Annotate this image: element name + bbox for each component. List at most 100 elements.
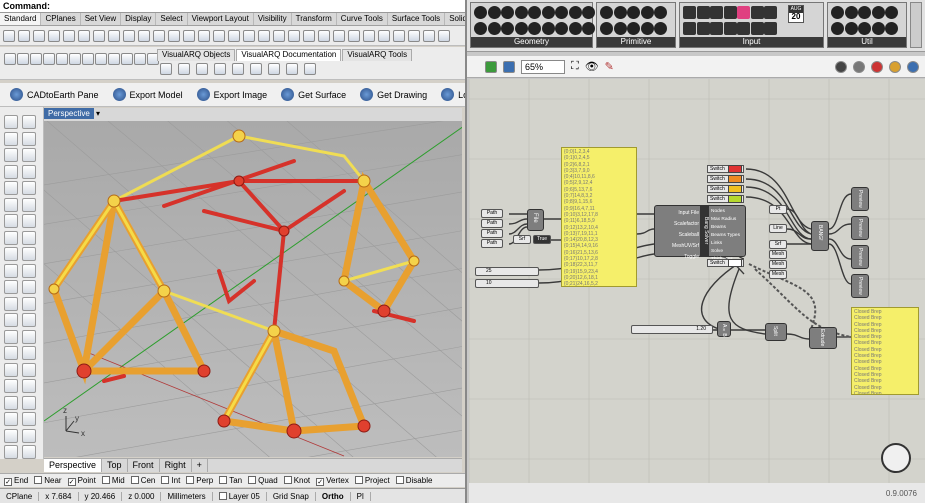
tool-icon[interactable] — [22, 247, 36, 261]
tool-icon[interactable] — [22, 197, 36, 212]
gh-component-icon[interactable] — [627, 6, 640, 19]
tool-icon[interactable] — [22, 164, 36, 179]
osnap-cen[interactable]: Cen — [130, 476, 155, 485]
tab-set-view[interactable]: Set View — [81, 13, 122, 25]
tool-icon[interactable] — [22, 181, 36, 195]
toolbar-icon[interactable] — [82, 53, 94, 65]
visualarq-icon[interactable] — [178, 63, 190, 75]
toolbar-icon[interactable] — [213, 29, 225, 42]
command-line[interactable]: Command: — [0, 0, 465, 13]
gh-component-icon[interactable] — [487, 22, 501, 35]
tool-icon[interactable] — [4, 131, 18, 146]
osnap-quad[interactable]: Quad — [248, 476, 278, 485]
preview-component-4[interactable]: Preview — [851, 274, 869, 298]
toolbar-icon[interactable] — [408, 29, 420, 42]
plugin-button-cadtoearth-pane[interactable]: CADtoEarth Pane — [10, 88, 99, 101]
gh-component-icon[interactable] — [858, 6, 871, 19]
tool-icon[interactable] — [4, 412, 18, 426]
tool-icon[interactable] — [22, 263, 36, 278]
tool-icon[interactable] — [4, 379, 18, 393]
tool-icon[interactable] — [4, 230, 18, 245]
canvas-navigator-icon[interactable] — [881, 443, 911, 473]
number-slider-2[interactable]: 10 — [475, 279, 539, 288]
osnap-project[interactable]: Project — [354, 476, 390, 485]
open-file-icon[interactable] — [485, 60, 497, 73]
color-swatch-orange[interactable] — [728, 175, 742, 183]
gh-component-icon[interactable] — [696, 6, 710, 19]
gh-component-icon[interactable] — [600, 6, 613, 19]
tool-icon[interactable] — [4, 181, 18, 195]
gh-component-icon[interactable] — [627, 22, 640, 35]
gh-component-icon[interactable] — [831, 6, 844, 19]
bang-component[interactable]: BANG! — [811, 221, 829, 251]
visualarq-icon[interactable] — [286, 63, 298, 75]
tool-icon[interactable] — [22, 346, 36, 360]
gh-component-icon[interactable] — [844, 22, 858, 35]
viewport-tab-front[interactable]: Front — [128, 459, 160, 472]
toolbar-icon[interactable] — [288, 29, 300, 42]
preview-eye-icon[interactable]: 👁 — [585, 60, 599, 73]
gh-component-icon[interactable] — [871, 6, 885, 19]
status-layer[interactable]: Layer 05 — [213, 491, 267, 501]
tool-icon[interactable] — [4, 428, 18, 443]
viewport-header[interactable]: Perspective ▾ — [44, 108, 462, 121]
toolbar-scroll[interactable] — [910, 2, 922, 48]
toolbar-icon[interactable] — [378, 29, 390, 42]
toolbar-icon[interactable] — [348, 29, 360, 42]
osnap-checkbox[interactable] — [219, 476, 228, 484]
tool-icon[interactable] — [4, 280, 18, 294]
tool-icon[interactable] — [22, 329, 36, 344]
tab-display[interactable]: Display — [121, 13, 157, 25]
osnap-checkbox[interactable] — [186, 476, 195, 484]
toolbar-icon[interactable] — [63, 29, 75, 42]
toolbar-icon[interactable] — [78, 29, 90, 42]
toolbar-icon[interactable] — [423, 29, 435, 42]
osnap-checkbox[interactable] — [248, 476, 257, 484]
line-param[interactable]: Line — [769, 224, 787, 233]
file-component[interactable]: File — [527, 209, 544, 231]
tool-icon[interactable] — [22, 280, 36, 294]
gh-component-icon[interactable] — [764, 22, 777, 35]
osnap-checkbox[interactable] — [395, 476, 404, 484]
visualarq-icon[interactable] — [250, 63, 262, 75]
tool-icon[interactable] — [22, 214, 36, 228]
data-panel-left[interactable]: {0;0}1,2,3,4 {0;1}0,2,4,5 {0;2}6,8,2,1 {0;3… — [561, 147, 637, 287]
sketch-pen-icon[interactable]: ✎ — [605, 60, 614, 73]
gh-component-icon[interactable] — [582, 22, 595, 35]
preview-wire-icon[interactable] — [853, 60, 865, 73]
gh-component-icon[interactable] — [474, 22, 487, 35]
tool-icon[interactable] — [4, 395, 18, 410]
osnap-checkbox[interactable]: ✓ — [316, 477, 325, 486]
color-swatch-yellow[interactable] — [728, 185, 742, 193]
osnap-checkbox[interactable] — [34, 476, 43, 484]
toolbar-icon[interactable] — [121, 53, 133, 65]
visualarq-icon[interactable] — [268, 63, 280, 75]
tool-icon[interactable] — [4, 296, 18, 311]
data-panel-right[interactable]: Closed Brep Closed Brep Closed Brep Closed … — [851, 307, 919, 395]
split-component[interactable]: Split — [765, 323, 787, 341]
bang-solver-component[interactable]: Input File Scalefactor Scaleball MeshUV/Srf… — [654, 205, 746, 262]
visualarq-icon[interactable] — [196, 63, 208, 75]
osnap-int[interactable]: Int — [161, 476, 180, 485]
ortho-toggle[interactable]: Ortho — [316, 491, 351, 501]
toolbar-icon[interactable] — [273, 29, 285, 42]
tab-transform[interactable]: Transform — [292, 13, 337, 25]
multiply-component[interactable]: A×B — [717, 321, 731, 337]
gh-component-icon[interactable] — [723, 6, 737, 19]
tool-icon[interactable] — [4, 247, 18, 261]
gh-component-icon[interactable] — [582, 6, 595, 19]
toolbar-icon[interactable] — [18, 29, 30, 42]
toolbar-icon[interactable] — [198, 29, 210, 42]
tab-curve-tools[interactable]: Curve Tools — [337, 13, 388, 25]
osnap-perp[interactable]: Perp — [186, 476, 213, 485]
osnap-near[interactable]: Near — [34, 476, 62, 485]
path-input-4[interactable]: Path — [481, 239, 503, 248]
gh-component-icon[interactable] — [737, 22, 750, 35]
gh-component-icon[interactable] — [683, 22, 696, 35]
primitive-group[interactable]: Primitive — [596, 2, 676, 48]
varq-tab[interactable]: VisualARQ Objects — [157, 49, 236, 61]
toolbar-icon[interactable] — [3, 29, 15, 42]
visualarq-icon[interactable] — [232, 63, 244, 75]
gh-component-icon[interactable] — [514, 22, 528, 35]
osnap-point[interactable]: ✓ Point — [67, 476, 96, 486]
